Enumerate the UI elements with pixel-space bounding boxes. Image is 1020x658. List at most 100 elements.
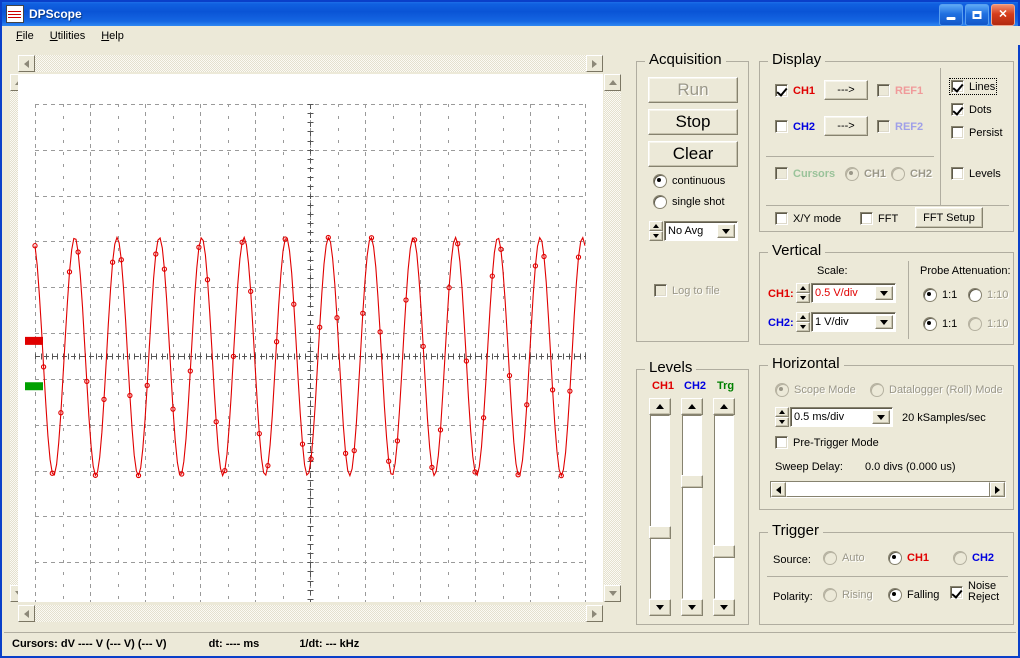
ch2-level-slider-up[interactable] [681, 398, 703, 415]
scope-vscroll-right[interactable] [604, 74, 621, 602]
timebase-combo[interactable]: 0.5 ms/div [790, 407, 893, 427]
sweep-delay-scrollbar[interactable] [770, 481, 1006, 498]
display-ch1-checkbox[interactable]: CH1 [775, 84, 815, 97]
display-ch1-checkbox-icon [775, 84, 788, 97]
sweep-delay-scroll-thumb[interactable] [786, 482, 990, 497]
run-button[interactable]: Run [648, 77, 738, 103]
timebase-combo-arrow[interactable] [872, 410, 890, 424]
display-vertical-separator [940, 68, 941, 205]
minimize-button[interactable] [939, 4, 963, 26]
trigger-source-ch1-radio[interactable]: CH1 [888, 551, 929, 565]
pretrigger-mode-label: Pre-Trigger Mode [793, 437, 879, 449]
dots-checkbox[interactable]: Dots [951, 103, 992, 116]
ch1-scale-spinner[interactable] [796, 283, 810, 303]
ch1-probe-1to10-radio[interactable]: 1:10 [968, 288, 1008, 302]
averaging-spinner-up[interactable] [649, 221, 663, 231]
scope-vscroll-right-down-arrow[interactable] [604, 585, 621, 602]
ch1-level-slider-up[interactable] [649, 398, 671, 415]
menu-help[interactable]: Help [93, 28, 132, 44]
ch1-probe-1to10-radio-icon [968, 288, 982, 302]
ch2-scale-combo[interactable]: 1 V/div [811, 312, 896, 332]
ch2-level-slider-down[interactable] [681, 599, 703, 616]
scope-hscroll-top[interactable] [18, 55, 603, 72]
scope-hscroll-top-right-arrow[interactable] [586, 55, 603, 72]
ch1-scale-spinner-up[interactable] [796, 283, 810, 293]
sample-rate-label: 20 kSamples/sec [902, 412, 986, 424]
sweep-delay-scroll-left[interactable] [771, 482, 786, 497]
averaging-combo-arrow[interactable] [717, 224, 735, 238]
trigger-level-slider-down[interactable] [713, 599, 735, 616]
stop-button[interactable]: Stop [648, 109, 738, 135]
ch1-scale-spinner-down[interactable] [796, 293, 810, 303]
noise-reject-checkbox[interactable]: Noise Reject [950, 581, 999, 603]
lines-checkbox[interactable]: Lines [951, 80, 995, 93]
trigger-source-ch2-radio[interactable]: CH2 [953, 551, 994, 565]
averaging-spinner[interactable] [649, 221, 663, 241]
scope-hscroll-bottom-left-arrow[interactable] [18, 605, 35, 622]
ch2-probe-1to1-radio[interactable]: 1:1 [923, 317, 957, 331]
trigger-source-auto-radio[interactable]: Auto [823, 551, 865, 565]
trigger-level-slider-thumb[interactable] [713, 545, 735, 558]
display-ref2-checkbox[interactable]: REF2 [877, 120, 923, 133]
ch1-level-slider-track[interactable] [650, 415, 670, 599]
ch1-scale-combo[interactable]: 0.5 V/div [811, 283, 896, 303]
ch2-scale-spinner-up[interactable] [796, 312, 810, 322]
mode-single-shot-radio[interactable]: single shot [653, 195, 725, 209]
cursor-ch1-radio[interactable]: CH1 [845, 167, 886, 181]
levels-checkbox[interactable]: Levels [951, 167, 1001, 180]
trigger-level-slider[interactable] [713, 398, 735, 616]
ch2-scale-spinner-down[interactable] [796, 322, 810, 332]
ch2-probe-1to10-radio[interactable]: 1:10 [968, 317, 1008, 331]
pretrigger-mode-checkbox[interactable]: Pre-Trigger Mode [775, 436, 879, 449]
horizontal-panel: Horizontal Scope Mode Datalogger (Roll) … [759, 365, 1014, 510]
cursors-checkbox[interactable]: Cursors [775, 167, 835, 180]
timebase-spinner-up[interactable] [775, 407, 789, 417]
averaging-spinner-down[interactable] [649, 231, 663, 241]
ch1-probe-1to1-radio[interactable]: 1:1 [923, 288, 957, 302]
ch1-to-ref1-button[interactable]: ---> [824, 80, 868, 100]
persist-label: Persist [969, 127, 1003, 139]
ch1-level-slider-thumb[interactable] [649, 526, 671, 539]
scope-hscroll-top-left-arrow[interactable] [18, 55, 35, 72]
fft-setup-button[interactable]: FFT Setup [915, 207, 983, 228]
timebase-spinner[interactable] [775, 407, 789, 427]
ch2-level-slider-thumb[interactable] [681, 475, 703, 488]
sweep-delay-scroll-right[interactable] [990, 482, 1005, 497]
ch1-level-slider[interactable] [649, 398, 671, 616]
ch1-scale-combo-arrow[interactable] [875, 286, 893, 300]
dots-label: Dots [969, 104, 992, 116]
menu-file[interactable]: File [8, 28, 42, 44]
maximize-button[interactable] [965, 4, 989, 26]
trigger-level-slider-up[interactable] [713, 398, 735, 415]
log-to-file-checkbox[interactable]: Log to file [654, 284, 720, 297]
averaging-combo[interactable]: No Avg [664, 221, 738, 241]
levels-trg-label: Trg [717, 380, 734, 392]
datalogger-mode-radio[interactable]: Datalogger (Roll) Mode [870, 383, 1003, 397]
trigger-source-auto-label: Auto [842, 552, 865, 564]
fft-checkbox[interactable]: FFT [860, 212, 898, 225]
ch2-scale-spinner[interactable] [796, 312, 810, 332]
trigger-polarity-rising-radio[interactable]: Rising [823, 588, 873, 602]
ch2-level-slider-track[interactable] [682, 415, 702, 599]
trigger-polarity-falling-radio[interactable]: Falling [888, 588, 939, 602]
ch2-level-slider[interactable] [681, 398, 703, 616]
menu-utilities[interactable]: Utilities [42, 28, 93, 44]
persist-checkbox[interactable]: Persist [951, 126, 1003, 139]
display-ch2-checkbox[interactable]: CH2 [775, 120, 815, 133]
ch2-scale-combo-arrow[interactable] [875, 315, 893, 329]
timebase-spinner-down[interactable] [775, 417, 789, 427]
trigger-level-slider-track[interactable] [714, 415, 734, 599]
ch1-level-slider-down[interactable] [649, 599, 671, 616]
mode-continuous-radio[interactable]: continuous [653, 174, 725, 188]
scope-vscroll-right-up-arrow[interactable] [604, 74, 621, 91]
display-ref1-checkbox[interactable]: REF1 [877, 84, 923, 97]
scope-hscroll-bottom[interactable] [18, 605, 603, 622]
scope-hscroll-bottom-right-arrow[interactable] [586, 605, 603, 622]
scope-mode-radio[interactable]: Scope Mode [775, 383, 856, 397]
xy-mode-checkbox[interactable]: X/Y mode [775, 212, 841, 225]
waveform-plot[interactable] [18, 74, 603, 602]
cursor-ch2-radio[interactable]: CH2 [891, 167, 932, 181]
close-button[interactable]: ✕ [991, 4, 1015, 26]
clear-button[interactable]: Clear [648, 141, 738, 167]
ch2-to-ref2-button[interactable]: ---> [824, 116, 868, 136]
